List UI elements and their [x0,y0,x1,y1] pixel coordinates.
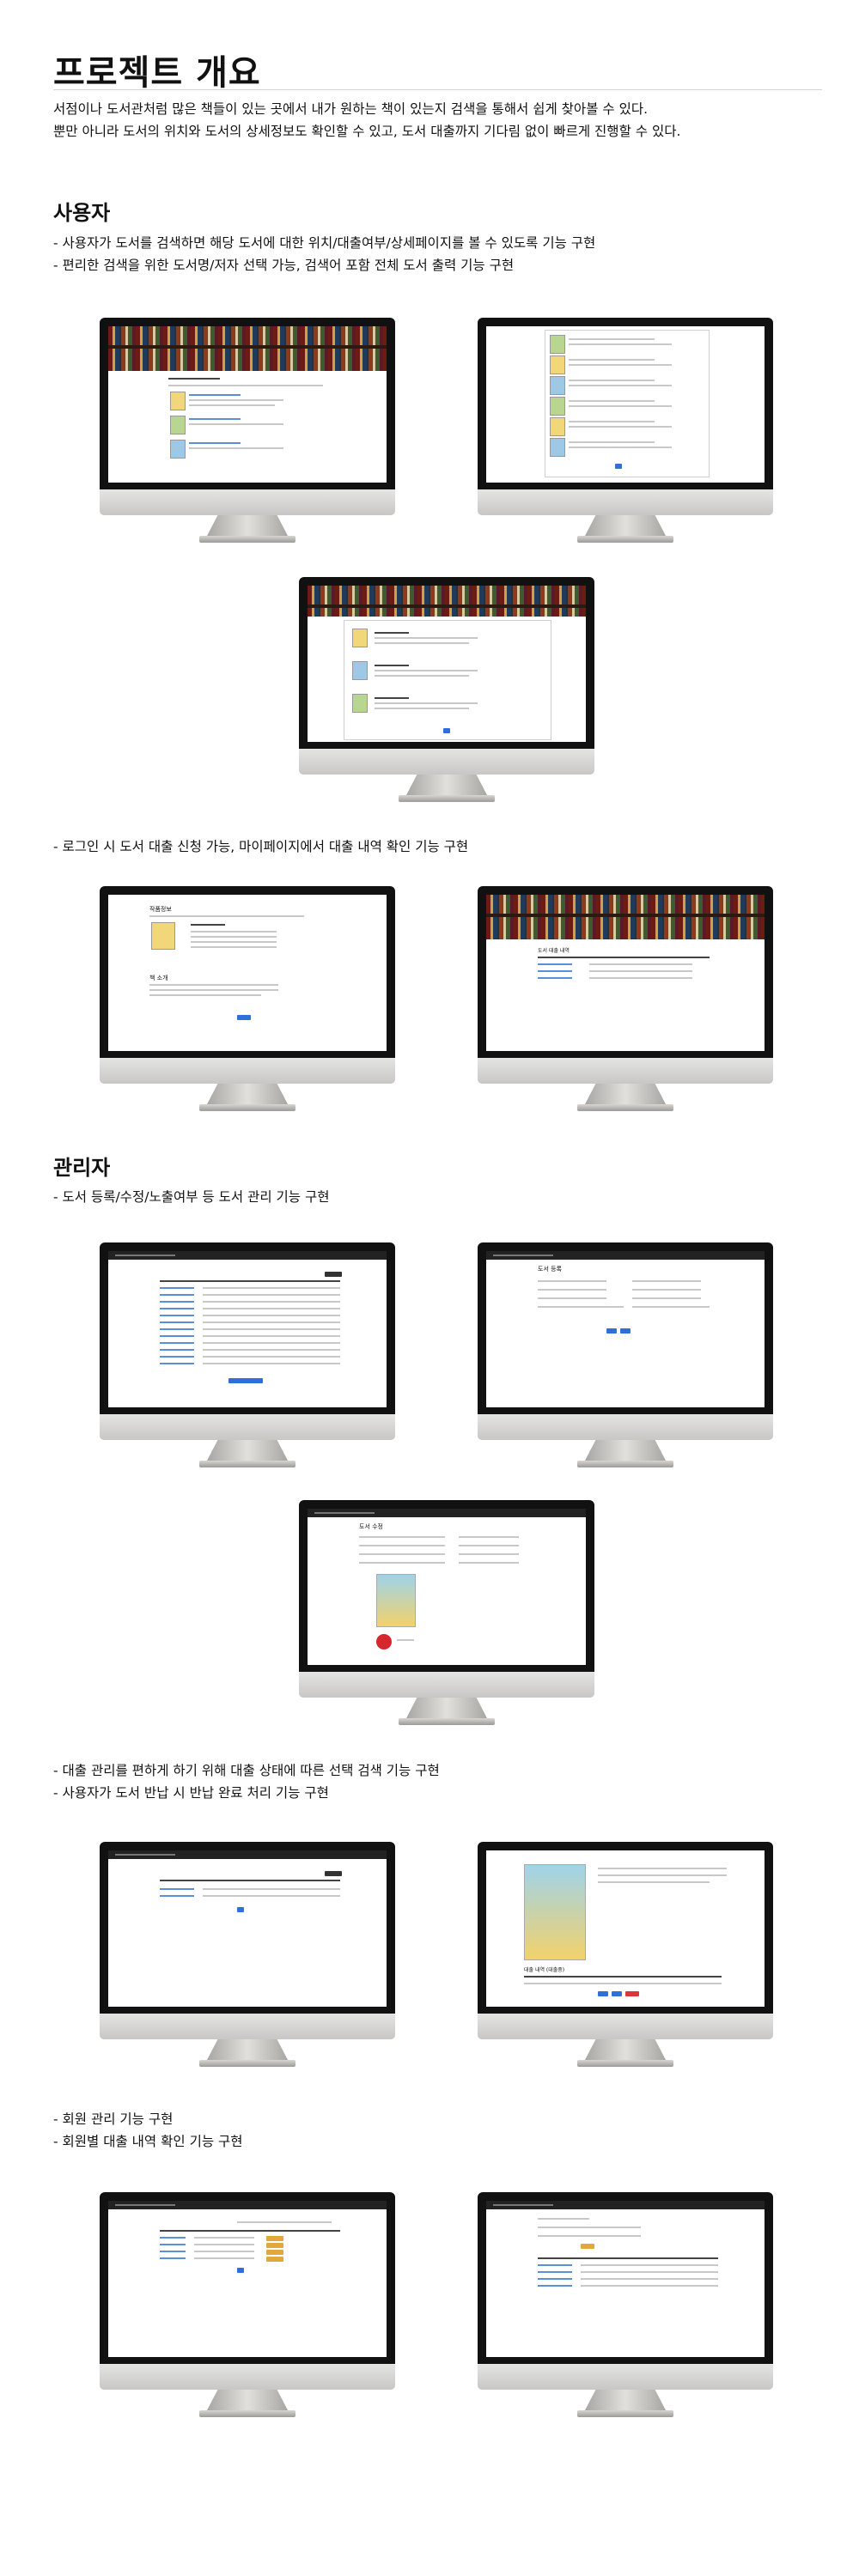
imac-monitor-search-list [478,318,773,545]
intro-line-2: 뿐만 아니라 도서의 위치와 도서의 상세정보도 확인할 수 있고, 도서 대출… [53,124,681,139]
loan-history-heading: 도서 대출 내역 [538,948,570,954]
imac-monitor-search-results [100,318,395,545]
imac-monitor-return-process: 대출 내역 (대출중) [478,1842,773,2069]
detail-heading: 작품정보 [149,906,172,913]
imac-monitor-search-detail [299,577,594,805]
screenshot-book-register: 도서 등록 [486,1251,765,1407]
book-cover [524,1864,586,1960]
screenshot-search-results [108,326,387,483]
imac-monitor-book-edit: 도서 수정 [299,1500,594,1728]
screenshot-loan-history: 도서 대출 내역 [486,895,765,1051]
screenshot-book-detail: 작품정보 책 소개 [108,895,387,1051]
imac-monitor-admin-book-list [100,1242,395,1470]
admin-bullet-member-2: - 회원별 대출 내역 확인 기능 구현 [53,2134,243,2149]
intro-line-1: 서점이나 도서관처럼 많은 책들이 있는 곳에서 내가 원하는 책이 있는지 검… [53,101,649,117]
page-title: 프로젝트 개요 [53,53,261,93]
book-cover [376,1574,416,1627]
imac-monitor-loan-status-search [100,1842,395,2069]
screenshot-member-loan-history [486,2201,765,2357]
admin-bullet-loan-2: - 사용자가 도서 반납 시 반납 완료 처리 기능 구현 [53,1785,329,1801]
edit-heading: 도서 수정 [359,1523,383,1530]
screenshot-loan-status-search [108,1850,387,2007]
admin-bullet-loan-1: - 대출 관리를 편하게 하기 위해 대출 상태에 따른 선택 검색 기능 구현 [53,1763,440,1778]
imac-monitor-member-management [100,2192,395,2420]
screenshot-member-management [108,2201,387,2357]
screenshot-search-list [486,326,765,483]
screenshot-admin-book-list [108,1251,387,1407]
user-bullet-loan-1: - 로그인 시 도서 대출 신청 가능, 마이페이지에서 대출 내역 확인 기능… [53,839,469,854]
imac-monitor-book-register: 도서 등록 [478,1242,773,1470]
bookshelf-banner [486,895,765,939]
screenshot-book-edit: 도서 수정 [308,1509,586,1665]
screenshot-search-detail [308,586,586,742]
imac-monitor-loan-history: 도서 대출 내역 [478,886,773,1114]
admin-bullet-manage-1: - 도서 등록/수정/노출여부 등 도서 관리 기능 구현 [53,1189,330,1205]
admin-section-heading: 관리자 [53,1156,111,1180]
user-bullet-search-1: - 사용자가 도서를 검색하면 해당 도서에 대한 위치/대출여부/상세페이지를… [53,235,596,251]
imac-monitor-book-detail: 작품정보 책 소개 [100,886,395,1114]
imac-monitor-member-loan-history [478,2192,773,2420]
user-section-heading: 사용자 [53,201,111,225]
bookshelf-banner [108,326,387,371]
return-heading: 대출 내역 (대출중) [524,1967,565,1973]
title-divider [53,89,822,90]
screenshot-return-process: 대출 내역 (대출중) [486,1850,765,2007]
review-heading: 책 소개 [149,975,168,981]
register-heading: 도서 등록 [538,1266,562,1273]
user-bullet-search-2: - 편리한 검색을 위한 도서명/저자 선택 가능, 검색어 포함 전체 도서 … [53,258,515,273]
bookshelf-banner [308,586,586,617]
admin-bullet-member-1: - 회원 관리 기능 구현 [53,2111,174,2127]
